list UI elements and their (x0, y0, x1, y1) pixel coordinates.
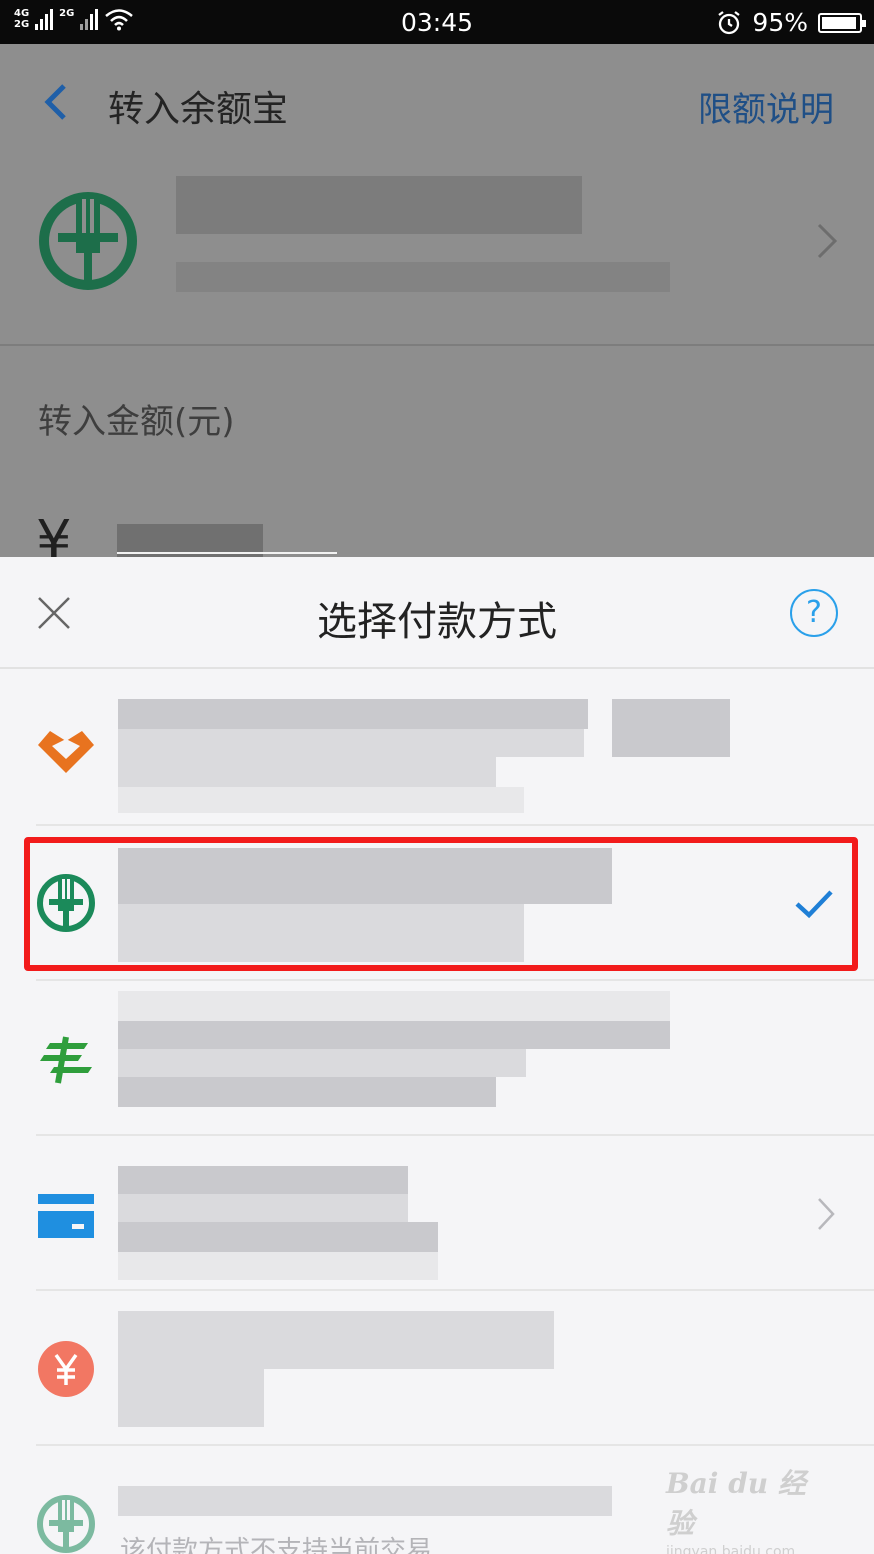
page-title: 转入余额宝 (108, 89, 289, 130)
method-detail-redacted (118, 1077, 496, 1107)
method-name-redacted (118, 1021, 670, 1049)
battery-percent: 95% (752, 8, 808, 37)
method-name-redacted (118, 1311, 554, 1369)
back-arrow-icon[interactable] (36, 80, 76, 124)
method-name-redacted (118, 1486, 612, 1516)
method-detail-redacted (118, 757, 496, 787)
amount-label: 转入金额(元) (38, 402, 235, 442)
abc-bank-logo-icon (37, 874, 95, 932)
sheet-header: 选择付款方式 ? (0, 557, 874, 669)
method-detail-redacted (118, 1194, 408, 1222)
checkmark-icon (795, 890, 833, 919)
method-detail-redacted (118, 787, 524, 813)
unsupported-method-text: 该付款方式不支持当前交易 (120, 1536, 433, 1554)
method-detail-redacted (118, 1049, 526, 1077)
help-icon[interactable]: ? (790, 589, 838, 637)
watermark-main: Bai du 经验 (666, 1467, 806, 1540)
method-name-redacted (118, 1166, 408, 1194)
selected-card-row[interactable] (0, 170, 874, 346)
bank-of-communications-logo-icon (38, 731, 94, 773)
battery-icon (818, 12, 866, 33)
method-detail-redacted (118, 904, 524, 962)
payment-method-sheet: 选择付款方式 ? (0, 557, 874, 1554)
limit-info-link[interactable]: 限额说明 (698, 82, 834, 131)
abc-bank-logo-icon (39, 192, 137, 290)
method-name-redacted (612, 699, 730, 757)
method-detail-redacted (118, 729, 584, 757)
abc-bank-logo-icon (37, 1495, 95, 1553)
method-name-redacted (118, 699, 588, 729)
method-detail-redacted (118, 1369, 264, 1427)
card-name-redacted (176, 176, 582, 234)
background-page: 转入余额宝 限额说明 转入金额(元) ¥ (0, 44, 874, 570)
card-detail-redacted (176, 262, 670, 292)
yen-coin-icon (38, 1341, 94, 1397)
card-icon (38, 1194, 94, 1238)
status-right: 95% (716, 8, 866, 37)
payment-method-row[interactable] (0, 671, 874, 826)
chevron-right-icon (817, 223, 838, 259)
payment-method-row[interactable] (0, 981, 874, 1136)
alarm-icon (718, 10, 741, 34)
method-detail-redacted (118, 1222, 438, 1252)
method-detail-redacted (118, 1252, 438, 1280)
status-bar: 4G 2G 2G 03:45 95% (0, 0, 874, 44)
watermark: Bai du 经验 jingyan.baidu.com (666, 1462, 826, 1554)
chevron-right-icon (818, 1198, 835, 1230)
payment-method-row[interactable] (0, 1291, 874, 1446)
method-name-redacted (118, 848, 612, 904)
method-name-redacted (118, 991, 670, 1021)
amount-underline (117, 552, 337, 554)
payment-method-row[interactable] (0, 1136, 874, 1291)
sheet-title: 选择付款方式 (317, 599, 557, 645)
postal-savings-bank-logo-icon (40, 1036, 92, 1084)
payment-method-row-selected[interactable] (0, 826, 874, 981)
watermark-sub: jingyan.baidu.com (666, 1544, 796, 1554)
